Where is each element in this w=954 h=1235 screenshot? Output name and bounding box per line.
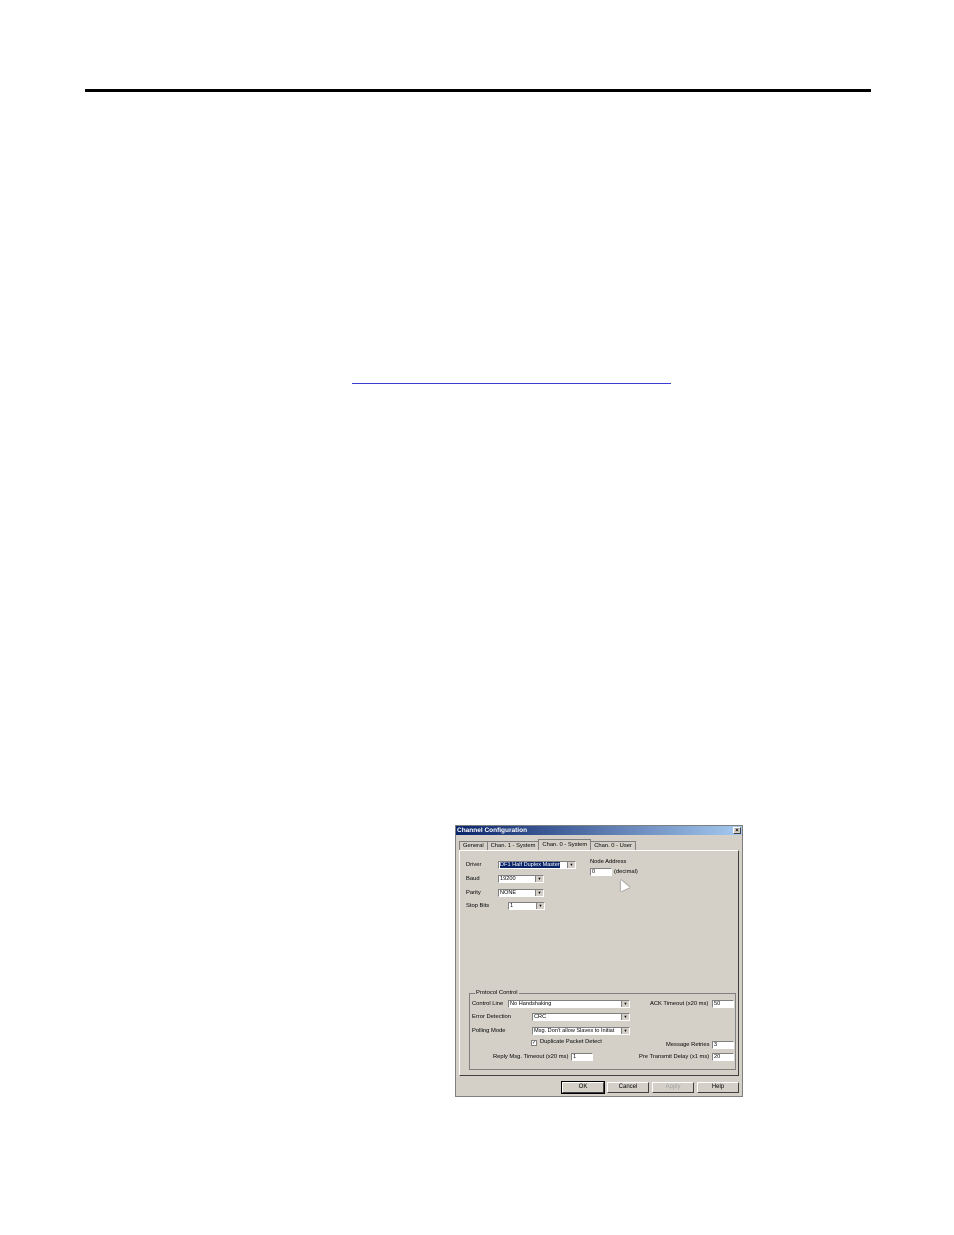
tab-chan1-system[interactable]: Chan. 1 - System: [486, 841, 540, 850]
reply-msg-timeout-label: Reply Msg. Timeout (x20 ms): [493, 1054, 569, 1060]
ack-timeout-label: ACK Timeout (x20 ms): [650, 1001, 709, 1007]
protocol-control-group: Protocol Control Control Line No Handsha…: [469, 990, 736, 1070]
tab-chan0-system[interactable]: Chan. 0 - System: [538, 839, 592, 850]
stop-bits-value: 1: [510, 903, 514, 909]
dialog-titlebar: Channel Configuration ×: [456, 826, 742, 835]
tab-strip: General Chan. 1 - System Chan. 0 - Syste…: [459, 839, 636, 850]
duplicate-packet-detect-checkbox[interactable]: ✓: [531, 1040, 537, 1046]
chevron-down-icon[interactable]: ▼: [621, 1001, 629, 1007]
parity-value: NONE: [500, 890, 517, 896]
control-line-select[interactable]: No Handshaking ▼: [508, 1000, 630, 1008]
pre-transmit-delay-input[interactable]: 20: [712, 1053, 734, 1061]
error-detection-value: CRC: [534, 1014, 547, 1020]
tab-panel-chan0-system: Driver DF1 Half Duplex Master ▼ Baud 192…: [459, 850, 739, 1076]
message-retries-label: Message Retries: [666, 1042, 710, 1048]
node-address-unit: (decimal): [614, 869, 638, 875]
driver-select[interactable]: DF1 Half Duplex Master ▼: [498, 861, 576, 869]
cancel-button[interactable]: Cancel: [607, 1082, 649, 1093]
pre-transmit-delay-label: Pre Transmit Delay (x1 ms): [639, 1054, 710, 1060]
baud-select[interactable]: 19200 ▼: [498, 875, 544, 883]
parity-label: Parity: [466, 890, 481, 896]
close-icon[interactable]: ×: [733, 827, 741, 834]
parity-select[interactable]: NONE ▼: [498, 889, 544, 897]
driver-label: Driver: [466, 862, 482, 868]
chevron-down-icon[interactable]: ▼: [567, 862, 575, 868]
driver-value: DF1 Half Duplex Master: [500, 862, 560, 868]
dialog-title: Channel Configuration: [457, 827, 528, 834]
chevron-down-icon[interactable]: ▼: [536, 903, 544, 909]
node-address-label: Node Address: [590, 859, 627, 865]
polling-mode-value: Msg. Don't allow Slaves to Initiat: [534, 1028, 615, 1034]
channel-configuration-dialog: Channel Configuration × General Chan. 1 …: [455, 825, 743, 1097]
tab-chan0-user[interactable]: Chan. 0 - User: [590, 841, 636, 850]
tab-general[interactable]: General: [459, 841, 488, 850]
baud-label: Baud: [466, 876, 480, 882]
polling-mode-select[interactable]: Msg. Don't allow Slaves to Initiat ▼: [532, 1027, 630, 1035]
hyperlink-underline[interactable]: [352, 383, 671, 384]
chevron-down-icon[interactable]: ▼: [535, 890, 543, 896]
error-detection-label: Error Detection: [472, 1014, 511, 1020]
polling-mode-label: Polling Mode: [472, 1028, 506, 1034]
error-detection-select[interactable]: CRC ▼: [532, 1013, 630, 1021]
apply-button[interactable]: Apply: [652, 1082, 694, 1093]
protocol-control-title: Protocol Control: [475, 990, 519, 997]
help-button[interactable]: Help: [697, 1082, 739, 1093]
duplicate-packet-detect-label: Duplicate Packet Detect: [540, 1039, 602, 1045]
chevron-down-icon[interactable]: ▼: [621, 1014, 629, 1020]
chevron-down-icon[interactable]: ▼: [535, 876, 543, 882]
ok-button[interactable]: OK: [561, 1081, 605, 1094]
page-header-rule: [85, 89, 871, 92]
control-line-label: Control Line: [472, 1001, 504, 1007]
chevron-down-icon[interactable]: ▼: [621, 1028, 629, 1034]
stop-bits-label: Stop Bits: [466, 903, 490, 909]
baud-value: 19200: [500, 876, 516, 882]
stop-bits-select[interactable]: 1 ▼: [508, 902, 545, 910]
control-line-value: No Handshaking: [510, 1001, 552, 1007]
ack-timeout-input[interactable]: 50: [712, 1000, 734, 1008]
reply-msg-timeout-input[interactable]: 1: [571, 1053, 593, 1061]
message-retries-input[interactable]: 3: [712, 1041, 734, 1049]
node-address-input[interactable]: 0: [590, 868, 612, 876]
